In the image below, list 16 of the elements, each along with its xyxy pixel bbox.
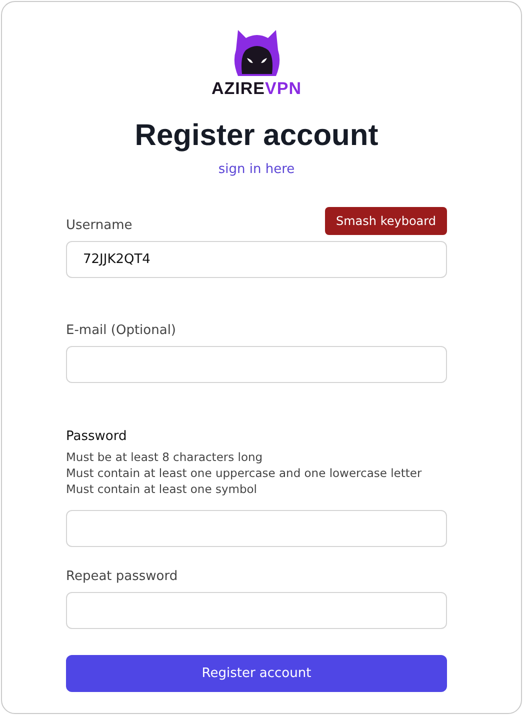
input-field[interactable] <box>66 346 447 383</box>
input-field[interactable] <box>66 592 447 629</box>
password-rule: Must contain at least one symbol <box>66 481 258 497</box>
logo-text: AZIREVPN <box>212 80 302 98</box>
generate-button[interactable]: Smash keyboard <box>325 207 447 235</box>
field-label: E-mail (Optional) <box>66 322 176 340</box>
field-label: Password <box>66 428 128 446</box>
sign-in-link[interactable]: sign in here <box>218 162 295 177</box>
register-button[interactable]: Register account <box>66 655 447 692</box>
input-field[interactable]: 72JJK2QT4 <box>66 241 447 278</box>
password-rule: Must contain at least one uppercase and one lowercase letter <box>66 465 423 481</box>
field-label: Repeat password <box>66 568 178 586</box>
input-field[interactable] <box>66 510 447 547</box>
page-title: Register account <box>134 118 378 154</box>
field-label: Username <box>66 217 132 235</box>
password-rule: Must be at least 8 characters long <box>66 449 264 465</box>
